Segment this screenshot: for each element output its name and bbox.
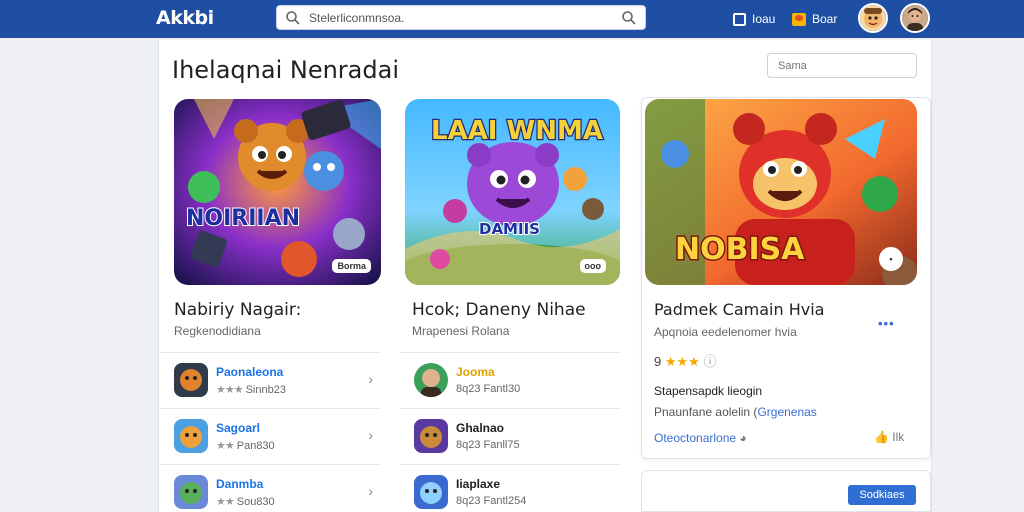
nav-link-2[interactable]: Boar [792, 9, 837, 29]
search-submit-icon[interactable] [621, 10, 637, 26]
list-item[interactable]: Paonaleona ★★★ Sinnb23 › [160, 352, 381, 408]
primary-action-label: Sodkiaes [859, 489, 905, 501]
search-icon [286, 11, 300, 25]
detail-description: Pnaunfane aolelin (Grgenenas [654, 405, 817, 419]
brand-logo[interactable]: Akkbi [156, 7, 214, 29]
detail-desc-text: Pnaunfane aolelin [654, 405, 751, 419]
page-title: Ihelaqnai Nenradai [172, 56, 399, 84]
info-icon[interactable]: ⓘ [703, 354, 716, 369]
filter-input[interactable] [767, 53, 917, 78]
app-name: Jooma [456, 365, 495, 379]
library-icon [733, 12, 746, 26]
share-icon: ◕ [739, 431, 747, 445]
featured-banner-2[interactable]: LAAI WNMA DAMIIS ooo [405, 99, 620, 285]
app-icon [174, 419, 208, 453]
nav-link-1[interactable]: Ioau [733, 9, 775, 29]
more-options-icon[interactable]: ••• [878, 316, 895, 331]
like-button[interactable]: 👍 Ilk [874, 430, 904, 444]
banner-1-title: NOIRIIAN [186, 206, 300, 231]
chevron-right-icon[interactable]: › [368, 483, 373, 499]
detail-banner-title: NOBISA [675, 232, 805, 267]
app-meta: 8q23 Fanll75 [456, 439, 520, 451]
banner-2-subtitle: DAMIIS [479, 220, 540, 238]
list-item[interactable]: Ghalnao 8q23 Fanll75 [400, 408, 620, 464]
app-name: Iiaplaxe [456, 477, 501, 491]
app-meta: 8q23 Fantl30 [456, 383, 521, 395]
app-icon [174, 475, 208, 509]
app-icon [414, 475, 448, 509]
banner-2-badge: ooo [579, 259, 606, 273]
nav-link-1-label: Ioau [752, 12, 776, 26]
detail-rating: 9 ★★★ ⓘ [654, 351, 716, 370]
star-rating-icon: ★★★ [664, 354, 700, 369]
app-name: Danmba [216, 477, 264, 491]
detail-info: Stapensapdk lieogin [654, 384, 763, 398]
banner-3-more-icon[interactable]: • [879, 247, 903, 271]
chevron-right-icon[interactable]: › [368, 371, 373, 387]
app-meta: ★★★ Sinnb23 [216, 384, 286, 396]
app-meta: ★★ Sou830 [216, 496, 275, 508]
featured-banner-1[interactable]: NOIRIIAN Borma [174, 99, 381, 285]
thumbs-up-icon: 👍 [874, 430, 889, 444]
detail-desc-link[interactable]: Grgenenas [757, 405, 816, 419]
rating-value: 9 [654, 354, 662, 369]
star-rating-icon: ★★ [216, 496, 235, 508]
list-item[interactable]: Sagoarl ★★ Pan830 › [160, 408, 381, 464]
detail-title: Padmek Camain Hvia [654, 300, 825, 319]
banner-2-title: LAAI WNMA [431, 116, 603, 146]
list-item[interactable]: Jooma 8q23 Fantl30 [400, 352, 620, 408]
search-input[interactable]: Stelerliconmnsoa. [309, 11, 404, 25]
star-rating-icon: ★★★ [216, 384, 244, 396]
detail-banner[interactable]: NOBISA • [645, 99, 917, 285]
avatar-user[interactable] [900, 3, 930, 33]
list-item[interactable]: Iiaplaxe 8q23 Fantl254 [400, 464, 620, 512]
column-2-subtitle: Mrapenesi Rolana [412, 324, 510, 338]
like-label: Ilk [892, 430, 905, 444]
detail-link[interactable]: Oteoctonarlone ◕ [654, 431, 747, 445]
chevron-right-icon[interactable]: › [368, 427, 373, 443]
store-icon [792, 12, 806, 26]
primary-action-button[interactable]: Sodkiaes [848, 485, 916, 505]
search-bar[interactable]: Stelerliconmnsoa. [276, 5, 646, 30]
column-1-subtitle: Regkenodidiana [174, 324, 261, 338]
avatar [414, 363, 448, 397]
app-name: Ghalnao [456, 421, 505, 435]
app-meta: ★★ Pan830 [216, 440, 275, 452]
avatar-cartoon[interactable] [858, 3, 888, 33]
nav-link-2-label: Boar [812, 12, 838, 26]
column-1-title: Nabiriy Nagair: [174, 300, 302, 320]
detail-link-text: Oteoctonarlone [654, 431, 737, 445]
app-meta: 8q23 Fantl254 [456, 495, 527, 507]
star-rating-icon: ★★ [216, 440, 235, 452]
app-icon [174, 363, 208, 397]
column-2-title: Hcok; Daneny Nihae [412, 300, 586, 320]
app-name: Sagoarl [216, 421, 261, 435]
app-icon [414, 419, 448, 453]
top-bar: Akkbi Stelerliconmnsoa. Ioau Boar [0, 0, 1024, 38]
banner-1-badge: Borma [332, 259, 371, 273]
list-item[interactable]: Danmba ★★ Sou830 › [160, 464, 381, 512]
app-name: Paonaleona [216, 365, 284, 379]
detail-subtitle: Apqnoia eedelenomer hvia [654, 325, 797, 339]
